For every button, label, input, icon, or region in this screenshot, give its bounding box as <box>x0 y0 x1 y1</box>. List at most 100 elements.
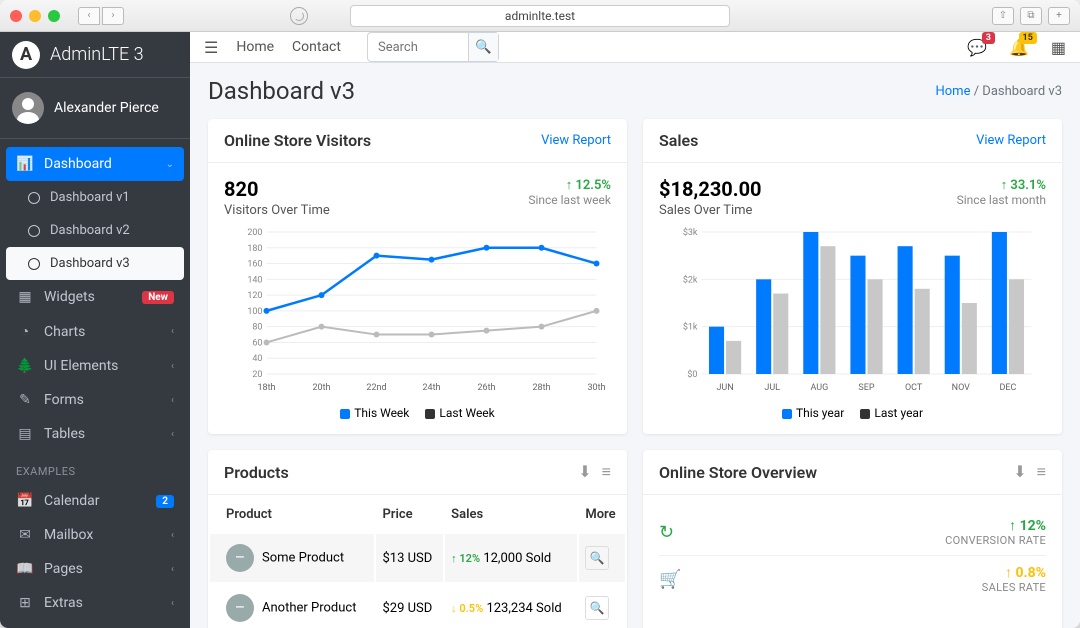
sidebar-item-label: Dashboard v3 <box>50 256 130 271</box>
sidebar-item-mailbox[interactable]: ✉ Mailbox ‹ <box>6 518 184 552</box>
legend-last-week: Last Week <box>425 406 494 420</box>
sales-text: 123,234 Sold <box>486 601 561 616</box>
sales-value: $18,230.00 <box>659 177 762 201</box>
sidebar-item-forms[interactable]: ✎ Forms ‹ <box>6 383 184 417</box>
sidebar-item-widgets[interactable]: ▦ Widgets New <box>6 280 184 314</box>
reader-icon[interactable] <box>290 7 308 25</box>
bell-badge: 15 <box>1019 32 1037 44</box>
svg-text:60: 60 <box>252 338 262 348</box>
sidebar-item-ui[interactable]: 🌲 UI Elements ‹ <box>6 349 184 383</box>
product-price: $29 USD <box>376 584 443 628</box>
view-report-link[interactable]: View Report <box>541 133 611 148</box>
view-report-link[interactable]: View Report <box>976 133 1046 148</box>
chevron-left-icon: ‹ <box>171 395 174 406</box>
chat-badge: 3 <box>982 32 995 44</box>
sales-since: Since last month <box>957 193 1046 207</box>
chevron-left-icon: ‹ <box>171 564 174 575</box>
user-panel[interactable]: Alexander Pierce <box>0 78 190 139</box>
legend-last-year: Last year <box>860 406 923 420</box>
browser-back[interactable]: ‹ <box>78 7 100 25</box>
topnav-home[interactable]: Home <box>236 39 274 55</box>
sales-chart: $0$1k$2k$3kJUNJULAUGSEPOCTNOVDEC <box>659 226 1046 396</box>
gauge-icon: 📊 <box>16 156 34 172</box>
search-button[interactable]: 🔍 <box>468 33 498 61</box>
sidebar-item-tables[interactable]: ▤ Tables ‹ <box>6 417 184 451</box>
apps-icon[interactable]: ▦ <box>1051 38 1066 57</box>
browser-forward[interactable]: › <box>102 7 124 25</box>
menu-icon[interactable]: ≡ <box>1037 462 1046 482</box>
legend-this-week: This Week <box>340 406 409 420</box>
search-input[interactable] <box>368 40 468 55</box>
chevron-left-icon: ‹ <box>171 598 174 609</box>
circle-icon <box>28 258 40 270</box>
download-icon[interactable]: ⬇ <box>578 462 591 482</box>
sidebar: A AdminLTE 3 Alexander Pierce 📊 Dashboar… <box>0 32 190 628</box>
overview-label: SALES RATE <box>982 581 1046 594</box>
brand-text: AdminLTE 3 <box>50 44 144 65</box>
edit-icon: ✎ <box>16 392 34 408</box>
mail-icon: ✉ <box>16 527 34 543</box>
count-badge: 2 <box>156 495 174 508</box>
share-icon[interactable]: ⇧ <box>992 7 1014 25</box>
col-more: More <box>579 497 625 532</box>
page-title: Dashboard v3 <box>208 77 355 105</box>
download-icon[interactable]: ⬇ <box>1013 462 1026 482</box>
card-title: Online Store Overview <box>659 463 817 482</box>
sidebar-item-calendar[interactable]: 📅 Calendar 2 <box>6 484 184 518</box>
window-minimize[interactable] <box>29 10 41 22</box>
breadcrumb-home[interactable]: Home <box>935 84 970 99</box>
search-icon[interactable]: 🔍 <box>585 546 609 570</box>
sidebar-item-dashboard-v3[interactable]: Dashboard v3 <box>6 247 184 280</box>
svg-text:40: 40 <box>252 354 262 364</box>
bell-icon[interactable]: 🔔15 <box>1009 38 1029 57</box>
browser-url[interactable]: adminlte.test <box>350 5 730 27</box>
sidebar-item-label: Dashboard v1 <box>50 190 130 205</box>
new-tab-icon[interactable]: + <box>1048 7 1070 25</box>
sidebar-item-dashboard-v1[interactable]: Dashboard v1 <box>6 181 184 214</box>
breadcrumb-current: Dashboard v3 <box>982 84 1062 99</box>
sidebar-item-label: Dashboard v2 <box>50 223 130 238</box>
overview-icon: 🛒 <box>659 569 687 590</box>
brand[interactable]: A AdminLTE 3 <box>0 32 190 78</box>
grid-icon: ▦ <box>16 289 34 305</box>
card-title: Online Store Visitors <box>224 131 371 150</box>
svg-text:100: 100 <box>247 307 262 317</box>
sidebar-item-label: Mailbox <box>44 527 93 543</box>
table-row: Another Product $29 USD ↓ 0.5% 123,234 S… <box>210 584 625 628</box>
sidebar-item-label: Pages <box>44 561 83 577</box>
product-price: $13 USD <box>376 534 443 582</box>
svg-text:30th: 30th <box>587 383 605 393</box>
topbar: ☰ Home Contact 🔍 💬3 🔔15 ▦ <box>190 32 1080 63</box>
chevron-left-icon: ‹ <box>171 326 174 337</box>
svg-text:20th: 20th <box>312 383 330 393</box>
svg-text:26th: 26th <box>477 383 495 393</box>
menu-icon[interactable]: ≡ <box>602 462 611 482</box>
sidebar-item-extras[interactable]: ⊞ Extras ‹ <box>6 586 184 620</box>
calendar-icon: 📅 <box>16 493 34 509</box>
card-sales: Sales View Report $18,230.00 Sales Over … <box>643 119 1062 434</box>
chat-icon[interactable]: 💬3 <box>967 38 987 57</box>
overview-label: CONVERSION RATE <box>945 534 1046 547</box>
sidebar-item-dashboard-v2[interactable]: Dashboard v2 <box>6 214 184 247</box>
visitors-value: 820 <box>224 177 330 201</box>
menu-toggle-icon[interactable]: ☰ <box>204 38 218 57</box>
search-icon[interactable]: 🔍 <box>585 596 609 620</box>
col-price: Price <box>376 497 443 532</box>
window-zoom[interactable] <box>48 10 60 22</box>
sales-delta: ↑ 12% <box>451 552 480 565</box>
overview-pct: 0.8% <box>982 564 1046 581</box>
window-close[interactable] <box>10 10 22 22</box>
svg-text:$1k: $1k <box>683 322 698 333</box>
tabs-icon[interactable]: ⧉ <box>1020 7 1042 25</box>
topnav-contact[interactable]: Contact <box>292 39 341 55</box>
sidebar-item-charts[interactable]: ◔ Charts ‹ <box>6 314 184 349</box>
visitors-chart: 2040608010012014016018020018th20th22nd24… <box>224 226 611 396</box>
table-icon: ▤ <box>16 426 34 442</box>
sidebar-item-dashboard[interactable]: 📊 Dashboard ⌄ <box>6 147 184 181</box>
circle-icon <box>28 225 40 237</box>
visitors-label: Visitors Over Time <box>224 203 330 218</box>
svg-text:DEC: DEC <box>999 383 1016 393</box>
svg-text:OCT: OCT <box>905 383 923 393</box>
sidebar-item-pages[interactable]: 📖 Pages ‹ <box>6 552 184 586</box>
col-sales: Sales <box>445 497 577 532</box>
